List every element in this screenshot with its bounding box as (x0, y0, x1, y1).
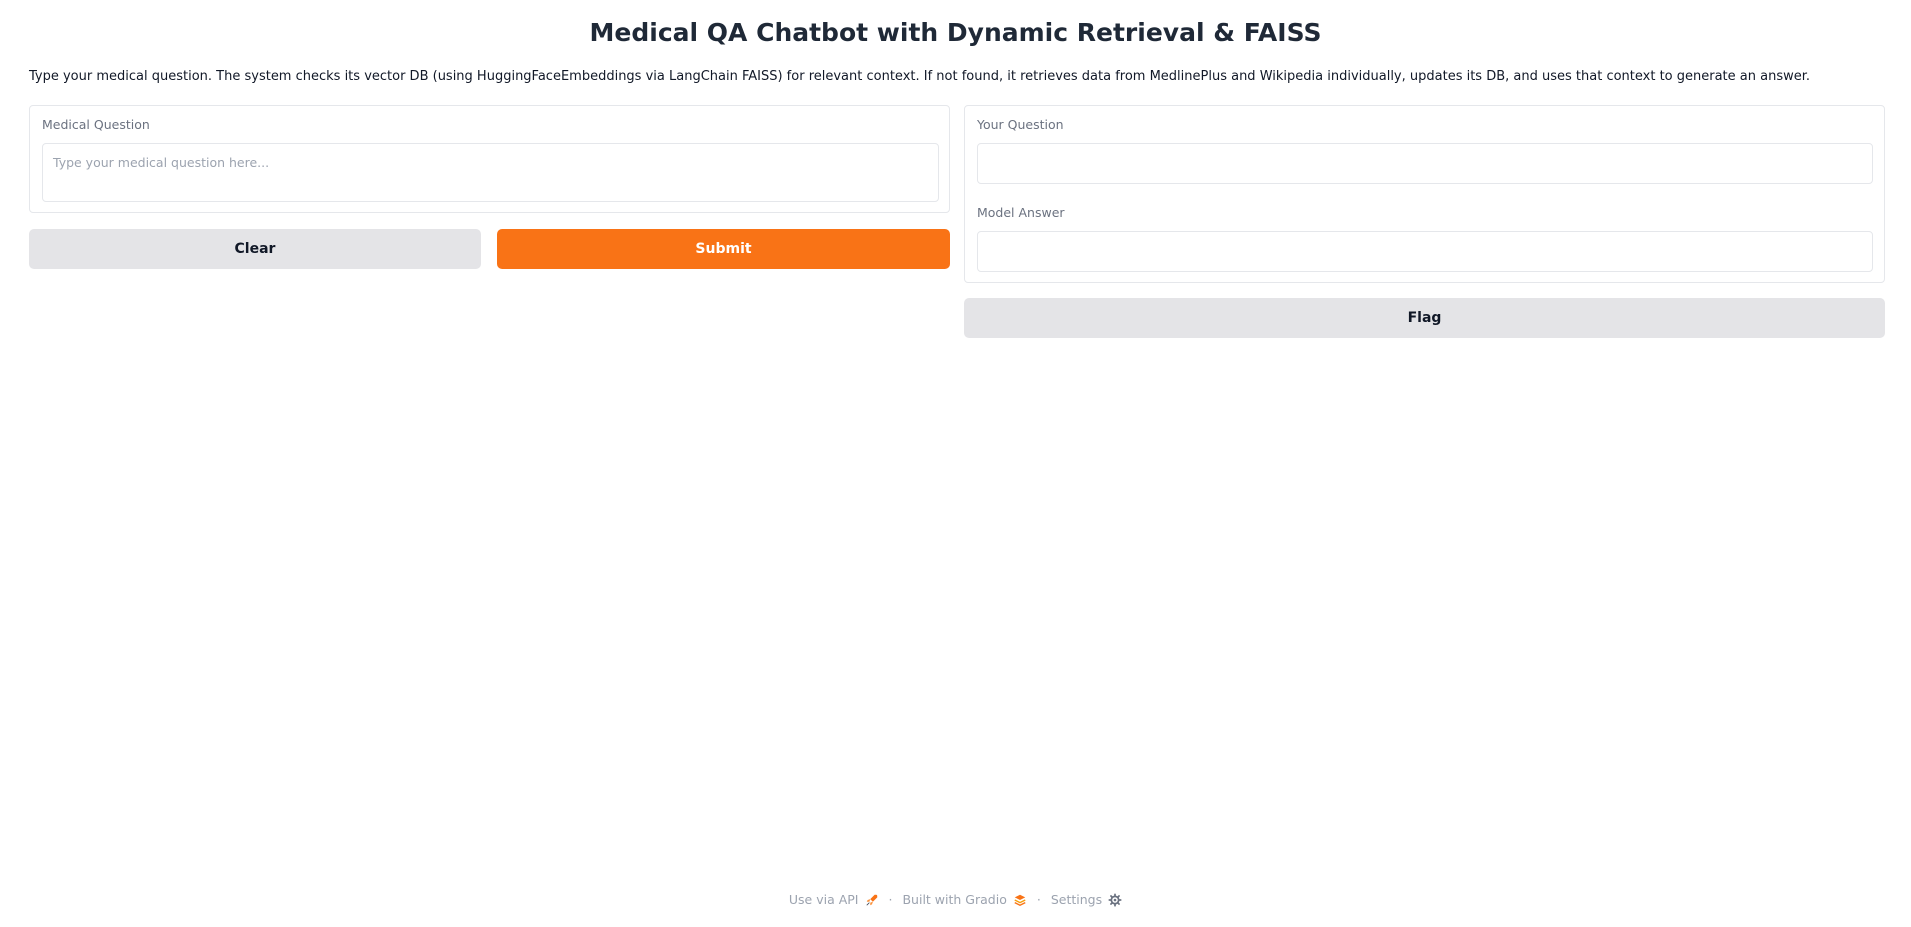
built-with-gradio-link[interactable]: Built with Gradio (902, 892, 1026, 907)
page-title: Medical QA Chatbot with Dynamic Retrieva… (589, 18, 1322, 47)
use-via-api-link[interactable]: Use via API (789, 892, 879, 907)
medical-question-label: Medical Question (42, 117, 150, 132)
submit-button[interactable]: Submit (497, 229, 950, 269)
your-question-output[interactable] (977, 143, 1873, 184)
settings-label: Settings (1050, 892, 1103, 907)
gradio-logo-icon (1014, 894, 1026, 906)
flag-button[interactable]: Flag (964, 298, 1885, 338)
your-question-label: Your Question (977, 117, 1064, 132)
model-answer-output[interactable] (977, 231, 1873, 272)
built-with-gradio-label: Built with Gradio (902, 892, 1007, 907)
footer-separator: · (888, 892, 893, 907)
output-panel: Your Question Model Answer (964, 105, 1885, 283)
clear-button[interactable]: Clear (29, 229, 481, 269)
medical-question-panel: Medical Question (29, 105, 950, 213)
gear-icon (1108, 892, 1122, 907)
app-root: Medical QA Chatbot with Dynamic Retrieva… (0, 0, 1911, 927)
model-answer-label: Model Answer (977, 205, 1065, 220)
use-via-api-label: Use via API (788, 892, 859, 907)
page-description: Type your medical question. The system c… (29, 69, 1811, 84)
footer: Use via API · Built with Gradio · Settin… (0, 892, 1911, 907)
footer-separator: · (1036, 892, 1041, 907)
settings-link[interactable]: Settings (1051, 892, 1122, 907)
medical-question-input[interactable] (42, 143, 939, 202)
rocket-icon (865, 894, 877, 906)
